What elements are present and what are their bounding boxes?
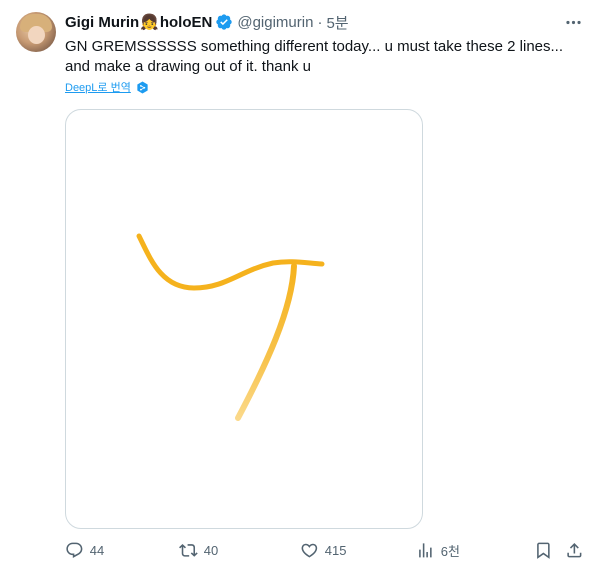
- tweet-text: GN GREMSSSSSS something different today.…: [65, 38, 564, 75]
- timestamp[interactable]: 5분: [326, 12, 348, 33]
- translate-link[interactable]: DeepL로 번역: [65, 79, 149, 95]
- like-button[interactable]: 415: [300, 538, 346, 562]
- tweet: Gigi Murin 👧 holoEN @gigimurin · 5분 GN G…: [0, 0, 600, 574]
- bookmark-button[interactable]: [534, 538, 559, 562]
- translate-label: DeepL로 번역: [65, 82, 131, 94]
- author-affiliation[interactable]: holoEN: [160, 14, 213, 31]
- views-icon: [419, 542, 432, 558]
- avatar-face: [28, 26, 45, 44]
- views-count: 6천: [440, 543, 460, 559]
- retweet-button[interactable]: 40: [179, 538, 218, 562]
- like-count: 415: [324, 542, 347, 558]
- share-icon: [567, 542, 582, 558]
- drawing-canvas: [136, 233, 325, 421]
- retweet-icon: [179, 543, 198, 557]
- views-button[interactable]: 6천: [416, 538, 460, 562]
- deepl-icon: [137, 81, 148, 93]
- author-emoji: 👧: [140, 13, 159, 31]
- more-button[interactable]: [560, 12, 586, 32]
- verified-badge-icon: [216, 14, 233, 30]
- author-name[interactable]: Gigi Murin: [65, 14, 139, 31]
- heart-icon: [301, 543, 318, 558]
- share-button[interactable]: [565, 538, 590, 562]
- more-dots-icon: [565, 20, 581, 24]
- reply-button[interactable]: 44: [65, 538, 104, 562]
- tweet-media-image[interactable]: [65, 109, 423, 529]
- reply-count: 44: [89, 542, 105, 558]
- diagonal-line: [235, 263, 297, 421]
- avatar[interactable]: [16, 12, 56, 52]
- separator-dot: ·: [317, 13, 323, 31]
- author-handle[interactable]: @gigimurin: [237, 14, 313, 31]
- reply-icon: [66, 542, 83, 558]
- bookmark-icon: [537, 542, 550, 559]
- retweet-count: 40: [203, 542, 219, 558]
- tweet-header: Gigi Murin 👧 holoEN @gigimurin · 5분: [65, 12, 349, 32]
- action-bar: 44 40 415 6천: [0, 538, 600, 562]
